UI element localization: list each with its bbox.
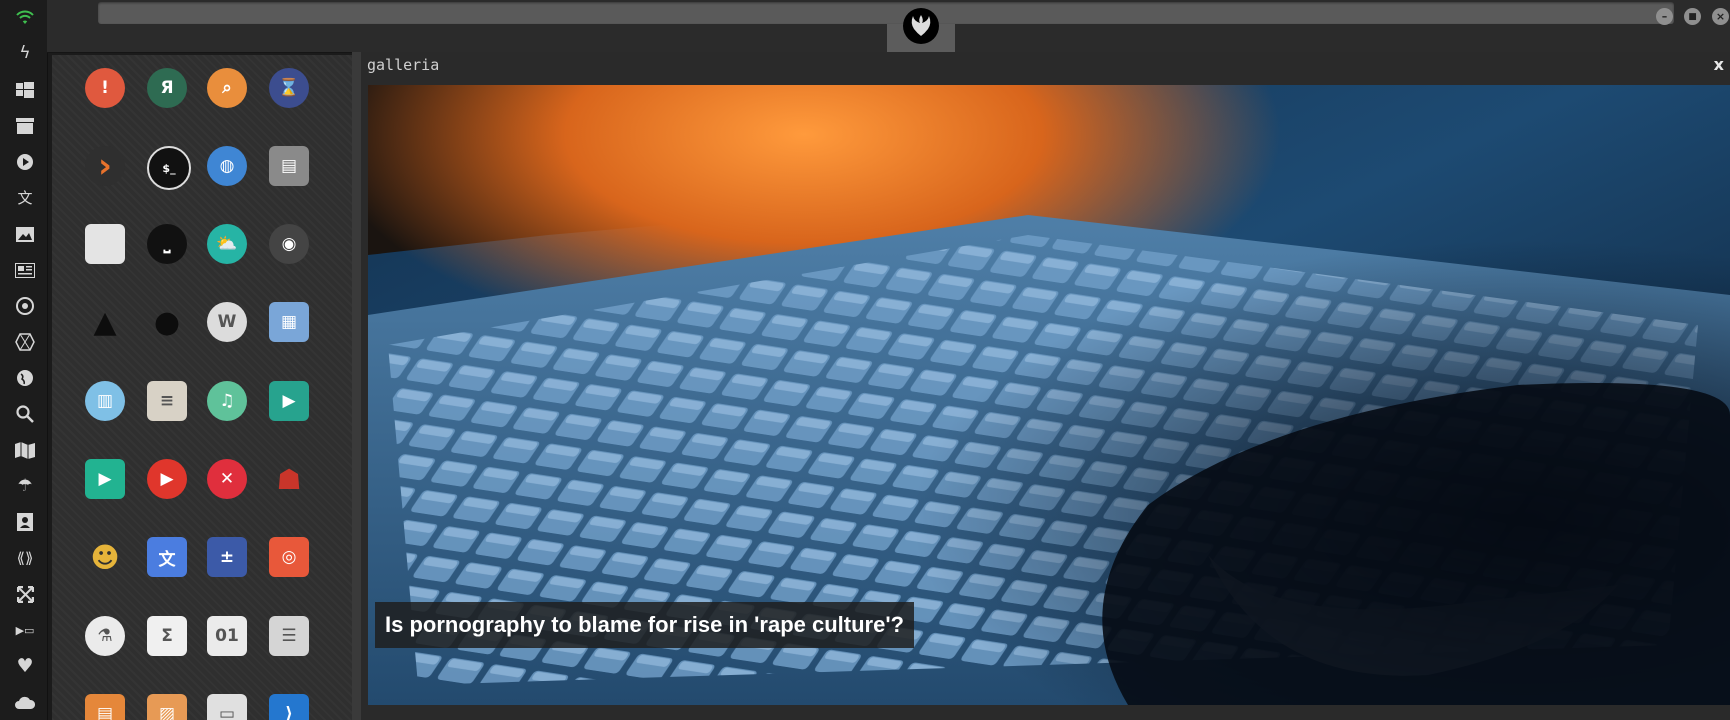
map-icon[interactable] — [12, 437, 38, 463]
gallery-close-button[interactable]: x — [1714, 55, 1724, 74]
lightning-icon[interactable]: ϟ — [12, 40, 38, 66]
c3po-icon[interactable]: ☻ — [85, 537, 125, 577]
search-icon[interactable] — [12, 401, 38, 427]
window-close-button[interactable]: × — [1712, 8, 1729, 25]
chemistry-icon[interactable]: ⚗ — [85, 616, 125, 656]
wikipedia-icon[interactable]: W — [207, 302, 247, 342]
top-bar: – ■ × — [47, 0, 1730, 53]
github-icon[interactable]: ◉ — [269, 224, 309, 264]
photo-caption: Is pornography to blame for rise in 'rap… — [375, 602, 914, 648]
document-app-icon[interactable]: ▤ — [85, 694, 125, 720]
translate-icon[interactable]: 文 — [12, 185, 38, 211]
app-launcher: ! Я ⌕ ⌛ › $_ ◍ ▤ ⎵ ⛅ ◉ ▲ ● W ▦ ▥ ≡ ♫ ▶ ▶ ▶ ✕ ☗ ☻ 文 ± ◎ ⚗ Σ 01 ☰ ▤ ▨ ▭ ⟩ — [52, 55, 352, 720]
search-app-icon[interactable]: ⌕ — [207, 68, 247, 108]
presentation-icon[interactable]: ▭ — [207, 694, 247, 720]
archive-icon[interactable] — [12, 113, 38, 139]
heart-icon[interactable]: ♥ — [12, 653, 38, 679]
translator-icon[interactable]: 文 — [147, 537, 187, 577]
world-map-icon[interactable]: ▦ — [269, 302, 309, 342]
media-play-icon[interactable]: ▶ — [85, 459, 125, 499]
maximize-button[interactable]: ■ — [1684, 8, 1701, 25]
youtube-icon[interactable]: ▶▭ — [12, 617, 38, 643]
wifi-icon[interactable] — [12, 4, 38, 30]
rebel-alliance-logo-icon[interactable] — [903, 8, 939, 44]
windows-icon[interactable] — [12, 77, 38, 103]
contact-icon[interactable] — [12, 509, 38, 535]
cloud-lock-icon[interactable]: ⛅ — [207, 224, 247, 264]
prompt-arrow-icon[interactable]: › — [85, 146, 125, 186]
photo-booth-icon[interactable]: ◎ — [269, 537, 309, 577]
iron-man-icon[interactable]: ☗ — [269, 459, 309, 499]
binary-file-icon[interactable]: 01 — [207, 616, 247, 656]
close-app-icon[interactable]: ✕ — [207, 459, 247, 499]
image-icon[interactable] — [12, 221, 38, 247]
window-title: galleria — [367, 56, 440, 74]
calculator-icon[interactable]: ± — [207, 537, 247, 577]
gallery-photo[interactable]: Is pornography to blame for rise in 'rap… — [368, 85, 1730, 705]
death-star-icon[interactable]: ● — [147, 302, 187, 342]
vscode-icon[interactable]: ⟩ — [269, 694, 309, 720]
yandex-browser-icon[interactable]: Я — [147, 68, 187, 108]
youtube-app-icon[interactable]: ▶ — [147, 459, 187, 499]
starfleet-icon[interactable]: ▲ — [85, 302, 125, 342]
hexagon-icon[interactable] — [12, 329, 38, 355]
image-viewer-icon[interactable]: ▨ — [147, 694, 187, 720]
keyboard-app-icon[interactable]: ⎵ — [147, 224, 187, 264]
left-sidebar: ϟ 文 ☂ ⟪⟫ ▶▭ ♥ — [0, 0, 48, 720]
globe-app-icon[interactable]: ◍ — [207, 146, 247, 186]
globe-icon[interactable] — [12, 365, 38, 391]
play-icon[interactable] — [12, 149, 38, 175]
document-viewer-icon[interactable]: ≡ — [147, 381, 187, 421]
library-icon[interactable]: ▥ — [85, 381, 125, 421]
gallery-window: galleria x Is pornography to blame for r… — [361, 52, 1730, 720]
address-bar[interactable] — [98, 2, 1674, 24]
link-icon[interactable]: ⟪⟫ — [12, 545, 38, 571]
cloud-icon[interactable] — [12, 689, 38, 715]
math-sigma-icon[interactable]: Σ — [147, 616, 187, 656]
video-player-icon[interactable]: ▶ — [269, 381, 309, 421]
hourglass-icon[interactable]: ⌛ — [269, 68, 309, 108]
terminal-icon[interactable]: $_ — [147, 146, 191, 190]
umbrella-icon[interactable]: ☂ — [12, 473, 38, 499]
warning-icon[interactable]: ! — [85, 68, 125, 108]
panel-divider[interactable] — [352, 52, 361, 720]
rebel-icon[interactable] — [12, 293, 38, 319]
minimize-button[interactable]: – — [1656, 8, 1673, 25]
disk-drive-icon[interactable]: ▤ — [269, 146, 309, 186]
browser-window-icon[interactable] — [85, 224, 125, 264]
music-icon[interactable]: ♫ — [207, 381, 247, 421]
text-editor-icon[interactable]: ☰ — [269, 616, 309, 656]
newspaper-icon[interactable] — [12, 257, 38, 283]
expand-icon[interactable] — [12, 581, 38, 607]
